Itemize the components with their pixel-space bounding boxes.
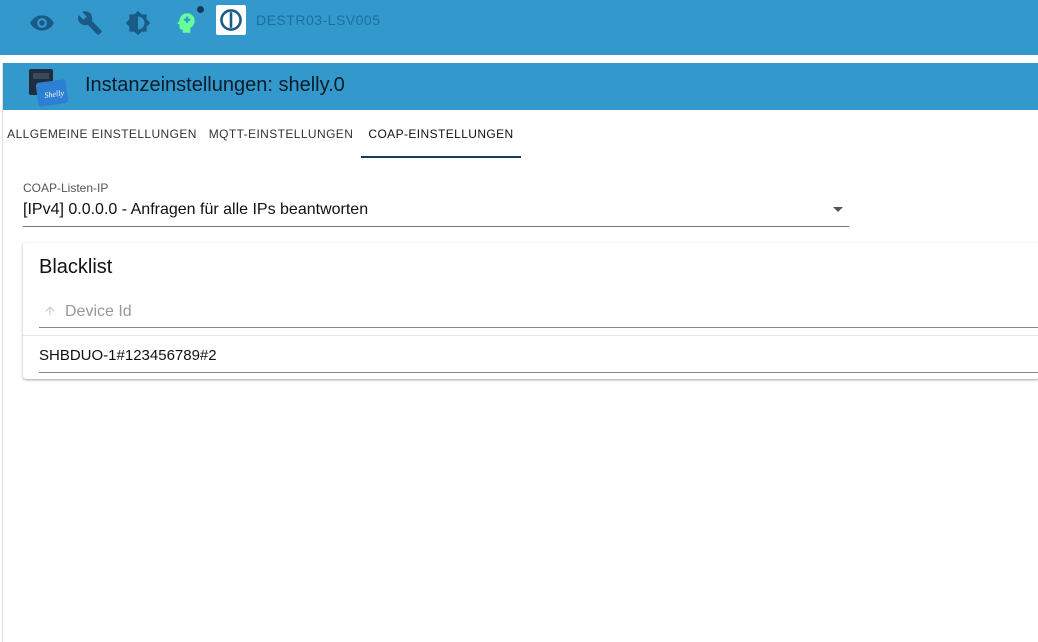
expert-mode-icon[interactable] (171, 6, 204, 38)
active-tab-indicator (361, 156, 521, 158)
settings-tabs: ALLGEMEINE EINSTELLUNGEN MQTT-EINSTELLUN… (3, 110, 1038, 159)
tab-coap-settings[interactable]: COAP-EINSTELLUNGEN (361, 110, 521, 158)
device-id-cell[interactable]: SHBDUO-1#123456789#2 (39, 347, 217, 364)
divider (23, 335, 1038, 336)
dialog-title: Instanzeinstellungen: shelly.0 (85, 74, 345, 96)
device-id-column-header[interactable]: Device Id (39, 298, 1038, 328)
iobroker-logo (216, 5, 246, 35)
coap-listen-ip-select[interactable]: [IPv4] 0.0.0.0 - Anfragen für alle IPs b… (23, 199, 849, 227)
host-name: DESTR03-LSV005 (256, 12, 381, 28)
top-toolbar: DESTR03-LSV005 (0, 0, 1038, 55)
notification-dot (197, 6, 204, 13)
tab-general-settings[interactable]: ALLGEMEINE EINSTELLUNGEN (3, 110, 201, 158)
blacklist-table: Blacklist Device Id SHBDUO-1#123456789#2 (23, 243, 1038, 379)
coap-listen-ip-label: COAP-Listen-IP (23, 181, 109, 195)
blacklist-title: Blacklist (39, 256, 113, 278)
wrench-icon[interactable] (75, 8, 105, 38)
device-id-column-label: Device Id (65, 303, 132, 320)
shelly-adapter-logo: Shelly (27, 67, 69, 107)
tab-mqtt-settings[interactable]: MQTT-EINSTELLUNGEN (201, 110, 361, 158)
dropdown-arrow-icon (833, 207, 843, 212)
coap-listen-ip-value: [IPv4] 0.0.0.0 - Anfragen für alle IPs b… (23, 201, 369, 218)
table-row[interactable]: SHBDUO-1#123456789#2 (39, 341, 1038, 373)
eye-icon[interactable] (27, 8, 57, 38)
instance-settings-dialog: Shelly Instanzeinstellungen: shelly.0 AL… (2, 63, 1038, 642)
brightness-icon[interactable] (123, 8, 153, 38)
sort-arrow-up-icon[interactable] (43, 304, 57, 318)
dialog-header: Shelly Instanzeinstellungen: shelly.0 (3, 63, 1038, 110)
